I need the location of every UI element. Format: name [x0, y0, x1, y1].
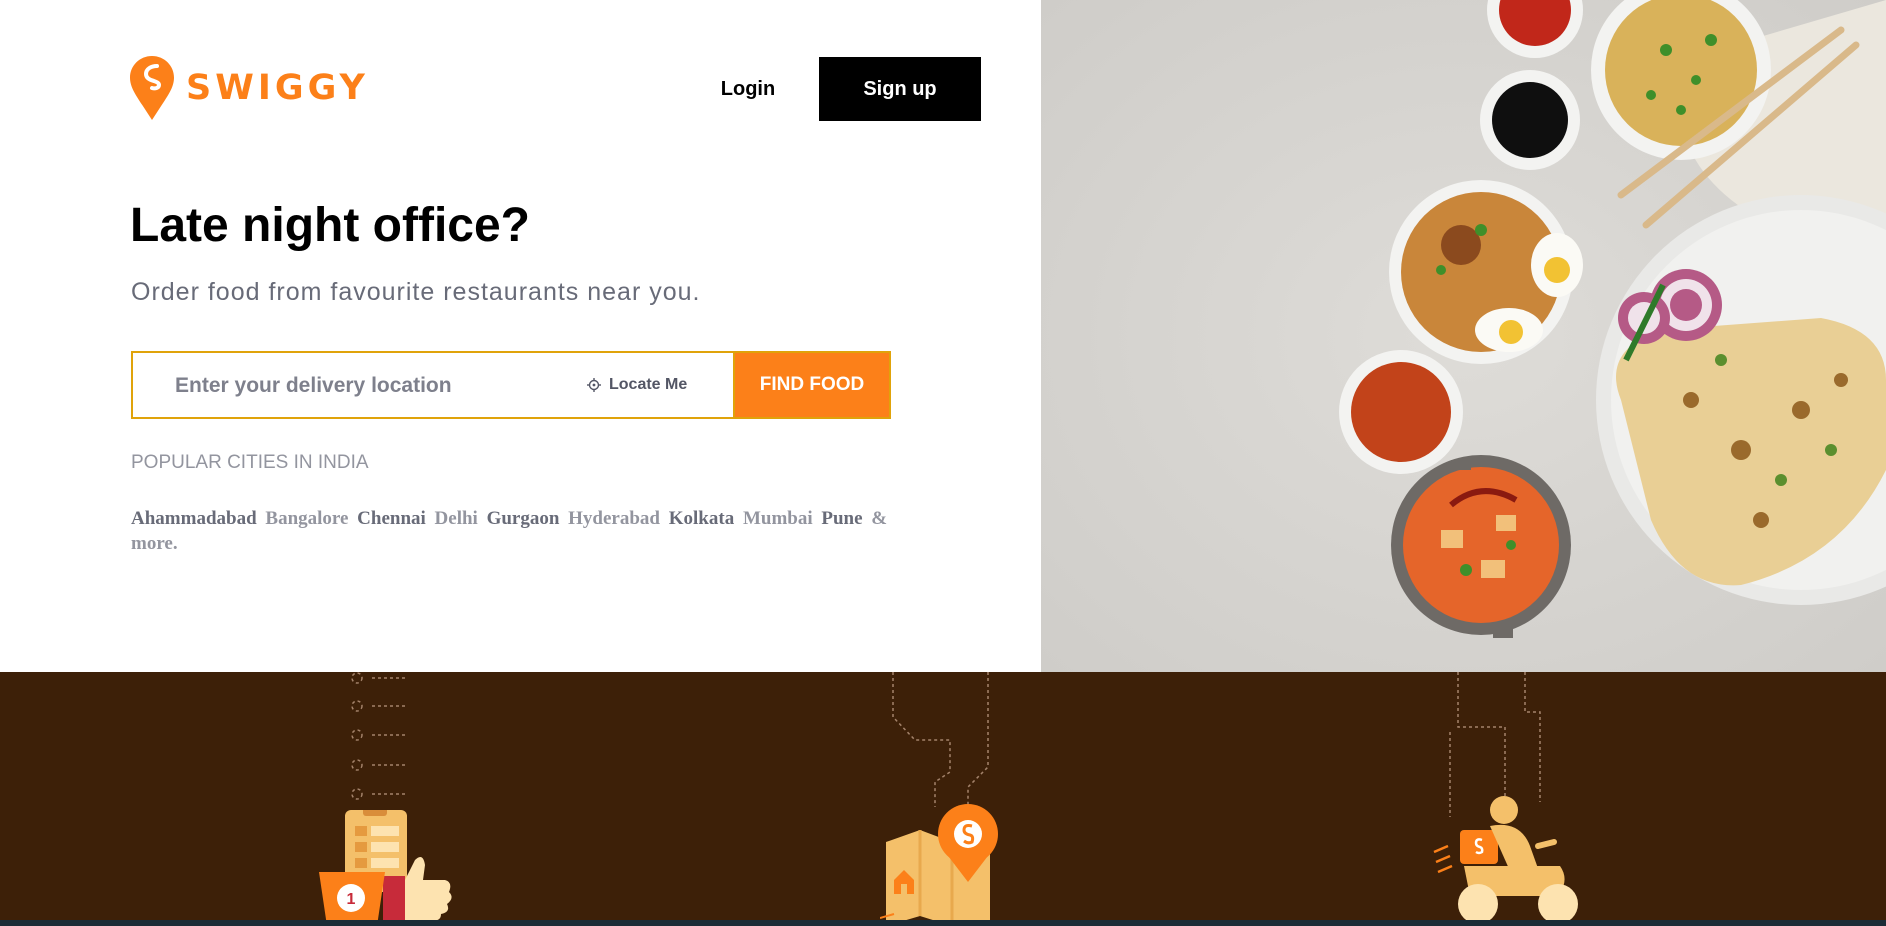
- hero-subline: Order food from favourite restaurants ne…: [131, 278, 701, 306]
- find-food-button[interactable]: FIND FOOD: [733, 351, 891, 419]
- city-link[interactable]: Ahammadabad: [131, 508, 257, 529]
- swiggy-logo[interactable]: SWIGGY: [130, 56, 369, 120]
- brand-name: SWIGGY: [186, 68, 369, 108]
- locate-me-label: Locate Me: [609, 376, 688, 393]
- city-link[interactable]: Bangalore: [265, 508, 348, 529]
- city-link[interactable]: Pune: [821, 508, 862, 529]
- city-link[interactable]: Hyderabad: [568, 508, 660, 529]
- order-list-thumbs-up-icon: 1: [319, 810, 452, 926]
- delivery-location-input[interactable]: [173, 353, 557, 419]
- delivery-rider-scooter-icon: [1433, 796, 1578, 924]
- hero-headline: Late night office?: [130, 199, 530, 252]
- city-link[interactable]: Mumbai: [743, 508, 813, 529]
- svg-text:1: 1: [347, 891, 356, 908]
- map-location-pin-icon: [880, 804, 998, 926]
- location-search-box: Locate Me: [131, 351, 733, 419]
- popular-cities-heading: POPULAR CITIES IN INDIA: [131, 452, 369, 473]
- locate-me-button[interactable]: Locate Me: [587, 371, 687, 399]
- crosshair-icon: [587, 378, 601, 392]
- login-link[interactable]: Login: [712, 72, 784, 106]
- city-link[interactable]: Chennai: [357, 508, 426, 529]
- popular-cities-list: Ahammadabad Bangalore Chennai Delhi Gurg…: [131, 506, 887, 556]
- hero-section: SWIGGY Login Sign up Late night office? …: [0, 0, 1041, 672]
- signup-button[interactable]: Sign up: [819, 57, 981, 121]
- city-link[interactable]: Gurgaon: [487, 508, 560, 529]
- how-it-works-band: 1: [0, 672, 1886, 926]
- food-hero-image: [1041, 0, 1886, 672]
- city-link[interactable]: Kolkata: [669, 508, 734, 529]
- city-link[interactable]: Delhi: [435, 508, 478, 529]
- swiggy-pin-logo-icon: [130, 56, 174, 120]
- page-bottom-border: [0, 920, 1886, 926]
